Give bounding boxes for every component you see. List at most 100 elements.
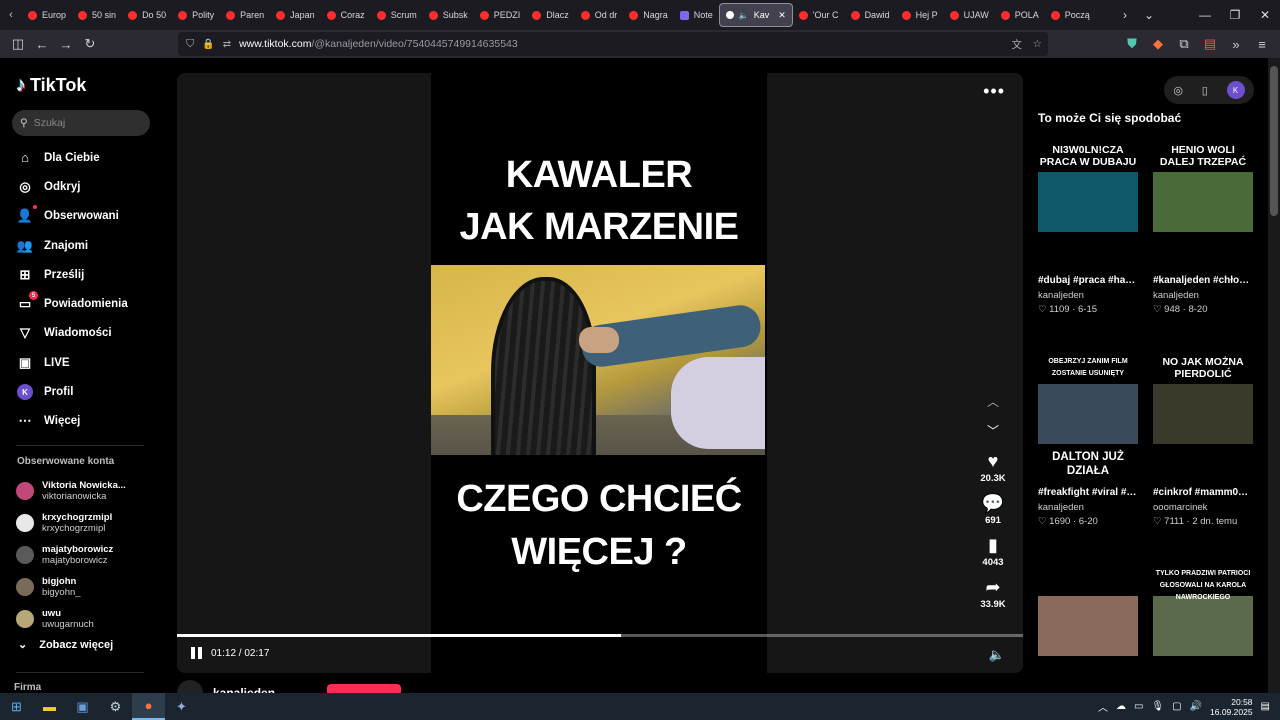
share-button[interactable]: ➦ 33.9K — [973, 577, 1013, 610]
clock[interactable]: 20:58 16.09.2025 — [1210, 697, 1253, 717]
mic-icon[interactable]: 🎙 — [1151, 701, 1164, 712]
recommended-video[interactable]: TYLKO PRADZIWI PATRIOCI GŁOSOWALI NA KAR… — [1153, 558, 1253, 690]
video-hashtags[interactable]: #cinkrof #mamm0n #spina #drama — [1153, 486, 1253, 499]
tab-14[interactable]: 🔈 Kav ✕ — [718, 3, 793, 27]
menu-hamburger-icon[interactable]: ≡ — [1250, 32, 1274, 56]
tab-7[interactable]: Scrum — [371, 3, 423, 27]
search-input[interactable]: ⚲ Szukaj — [12, 110, 150, 136]
close-window-icon[interactable]: ✕ — [1250, 0, 1280, 30]
tiktok-logo[interactable]: ♪ TikTok — [16, 74, 86, 97]
notifications-icon[interactable]: ▤ — [1261, 701, 1270, 712]
nav-item-0[interactable]: ⌂ Dla Ciebie — [16, 143, 156, 172]
tab-8[interactable]: Subsk — [423, 3, 474, 27]
nav-item-8[interactable]: K Profil — [16, 377, 156, 406]
like-button[interactable]: ♥ 20.3K — [973, 451, 1013, 484]
display-icon[interactable]: ▢ — [1172, 701, 1181, 712]
recommended-video[interactable]: OBEJRZYJ ZANIM FILM ZOSTANIE USUNIĘTY DAL… — [1038, 346, 1138, 527]
chevron-down-icon[interactable]: ﹀ — [973, 422, 1013, 439]
video-thumbnail[interactable]: NI3W0LN!CZA PRACA W DUBAJU — [1038, 134, 1138, 266]
nav-item-7[interactable]: ▣ LIVE — [16, 348, 156, 377]
tab-3[interactable]: Polity — [172, 3, 220, 27]
tab-4[interactable]: Paren — [220, 3, 270, 27]
minimize-icon[interactable]: — — [1190, 0, 1220, 30]
tab-17[interactable]: Hej P — [896, 3, 944, 27]
network-icon[interactable]: ▭ — [1134, 701, 1143, 712]
volume-icon[interactable]: 🔈 — [989, 647, 1005, 663]
bookmark-star-icon[interactable]: ☆ — [1033, 38, 1042, 50]
firefox-icon[interactable]: ● — [132, 693, 165, 720]
tab-15[interactable]: 'Our C — [793, 3, 845, 27]
nav-item-6[interactable]: ▽ Wiadomości — [16, 319, 156, 348]
tab-1[interactable]: 50 sin — [72, 3, 122, 27]
save-button[interactable]: ▮ 4043 — [973, 535, 1013, 568]
sidebar-toggle-icon[interactable]: ◫ — [6, 32, 30, 56]
recommended-video[interactable]: NI3W0LN!CZA PRACA W DUBAJU #dubaj #praca … — [1038, 134, 1138, 315]
nav-item-5[interactable]: ▭ 5 Powiadomienia — [16, 289, 156, 318]
tab-13[interactable]: Note — [674, 3, 719, 27]
lock-icon[interactable]: 🔒 — [202, 39, 214, 50]
recommended-video[interactable]: NO JAK MOŻNA PIERDOLIĆ #cinkrof #mamm0n #… — [1153, 346, 1253, 527]
pause-icon[interactable] — [191, 647, 203, 659]
recommended-video[interactable] — [1038, 558, 1138, 690]
video-thumbnail[interactable]: OBEJRZYJ ZANIM FILM ZOSTANIE USUNIĘTY DAL… — [1038, 346, 1138, 478]
tab-18[interactable]: UJAW — [944, 3, 995, 27]
restore-icon[interactable]: ❐ — [1220, 0, 1250, 30]
speaker-icon[interactable]: 🔊 — [1190, 701, 1202, 712]
video-frame[interactable]: KAWALER JAK MARZENIE CZEGO CHCIEĆ WIĘCEJ… — [431, 73, 767, 673]
tab-12[interactable]: Nagra — [623, 3, 674, 27]
tab-6[interactable]: Coraz — [321, 3, 371, 27]
video-player[interactable]: KAWALER JAK MARZENIE CZEGO CHCIEĆ WIĘCEJ… — [177, 73, 1023, 673]
tab-11[interactable]: Od dr — [575, 3, 624, 27]
more-options-icon[interactable]: ••• — [983, 81, 1005, 102]
nav-item-4[interactable]: ⊞ Prześlij — [16, 260, 156, 289]
onedrive-icon[interactable]: ☁ — [1116, 701, 1126, 712]
profile-avatar[interactable]: K — [1226, 81, 1245, 99]
back-icon[interactable]: ← — [30, 32, 54, 56]
reload-icon[interactable]: ↻ — [78, 32, 102, 56]
followed-account[interactable]: majatyborowicz majatyborowicz — [16, 539, 156, 571]
explore-icon[interactable]: ◎ — [1173, 84, 1183, 97]
followed-account[interactable]: krxychogrzmipl krxychogrzmipl — [16, 507, 156, 539]
file-explorer-icon[interactable]: ▬ — [33, 693, 66, 720]
forward-icon[interactable]: → — [54, 32, 78, 56]
windows-start-icon[interactable]: ⊞ — [0, 693, 33, 720]
video-thumbnail[interactable]: HENIO WOLI DALEJ TRZEPAĆ — [1153, 134, 1253, 266]
app-icon[interactable]: ▣ — [66, 693, 99, 720]
phone-icon[interactable]: ▯ — [1202, 84, 1208, 97]
tab-2[interactable]: Do 50 — [122, 3, 172, 27]
video-hashtags[interactable]: #dubaj #praca #harówka #dlacieb... — [1038, 274, 1138, 287]
nav-item-1[interactable]: ◎ Odkryj — [16, 172, 156, 201]
tab-5[interactable]: Japan — [270, 3, 321, 27]
extension-badge-icon[interactable]: ▤ — [1198, 32, 1222, 56]
overflow-chevrons-icon[interactable]: » — [1224, 32, 1248, 56]
followed-account[interactable]: bigjohn bigyohn_ — [16, 571, 156, 603]
video-thumbnail[interactable] — [1038, 558, 1138, 690]
video-author[interactable]: ooomarcinek — [1153, 502, 1253, 513]
tab-19[interactable]: POLA — [995, 3, 1045, 27]
followed-account[interactable]: uwu uwugarnuch — [16, 603, 156, 635]
permissions-icon[interactable]: ⇄ — [223, 39, 231, 50]
extensions-puzzle-icon[interactable]: ⧉ — [1172, 32, 1196, 56]
see-more-button[interactable]: ⌄ Zobacz więcej — [18, 638, 113, 652]
progress-bar[interactable] — [177, 634, 1023, 637]
firma-label[interactable]: Firma — [14, 682, 41, 693]
fox-extension-icon[interactable]: ◆ — [1146, 32, 1170, 56]
video-thumbnail[interactable]: TYLKO PRADZIWI PATRIOCI GŁOSOWALI NA KAR… — [1153, 558, 1253, 690]
nav-item-3[interactable]: 👥 Znajomi — [16, 231, 156, 260]
url-field[interactable]: ⛉ 🔒 ⇄ www.tiktok.com/@kanaljeden/video/7… — [178, 32, 1048, 56]
nav-item-9[interactable]: ⋯ Więcej — [16, 407, 156, 436]
video-hashtags[interactable]: #kanaljeden #chłopakidowzięci... — [1153, 274, 1253, 287]
tab-9[interactable]: PEDZI — [474, 3, 527, 27]
video-hashtags[interactable]: #freakfight #viral #kanaljeden... — [1038, 486, 1138, 499]
tab-16[interactable]: Dawid — [845, 3, 896, 27]
scrollbar-thumb[interactable] — [1270, 66, 1278, 216]
chevron-up-icon[interactable]: ︿ — [973, 393, 1013, 410]
app-icon-2[interactable]: ✦ — [165, 693, 198, 720]
video-author[interactable]: kanaljeden — [1153, 290, 1253, 301]
audio-playing-icon[interactable]: 🔈 — [739, 11, 749, 20]
tab-10[interactable]: Dlacz — [526, 3, 575, 27]
video-author[interactable]: kanaljeden — [1038, 502, 1138, 513]
shield-icon[interactable]: ⛉ — [186, 38, 194, 51]
tab-scroll-left-icon[interactable]: ‹ — [0, 9, 22, 21]
close-tab-icon[interactable]: ✕ — [778, 10, 786, 21]
